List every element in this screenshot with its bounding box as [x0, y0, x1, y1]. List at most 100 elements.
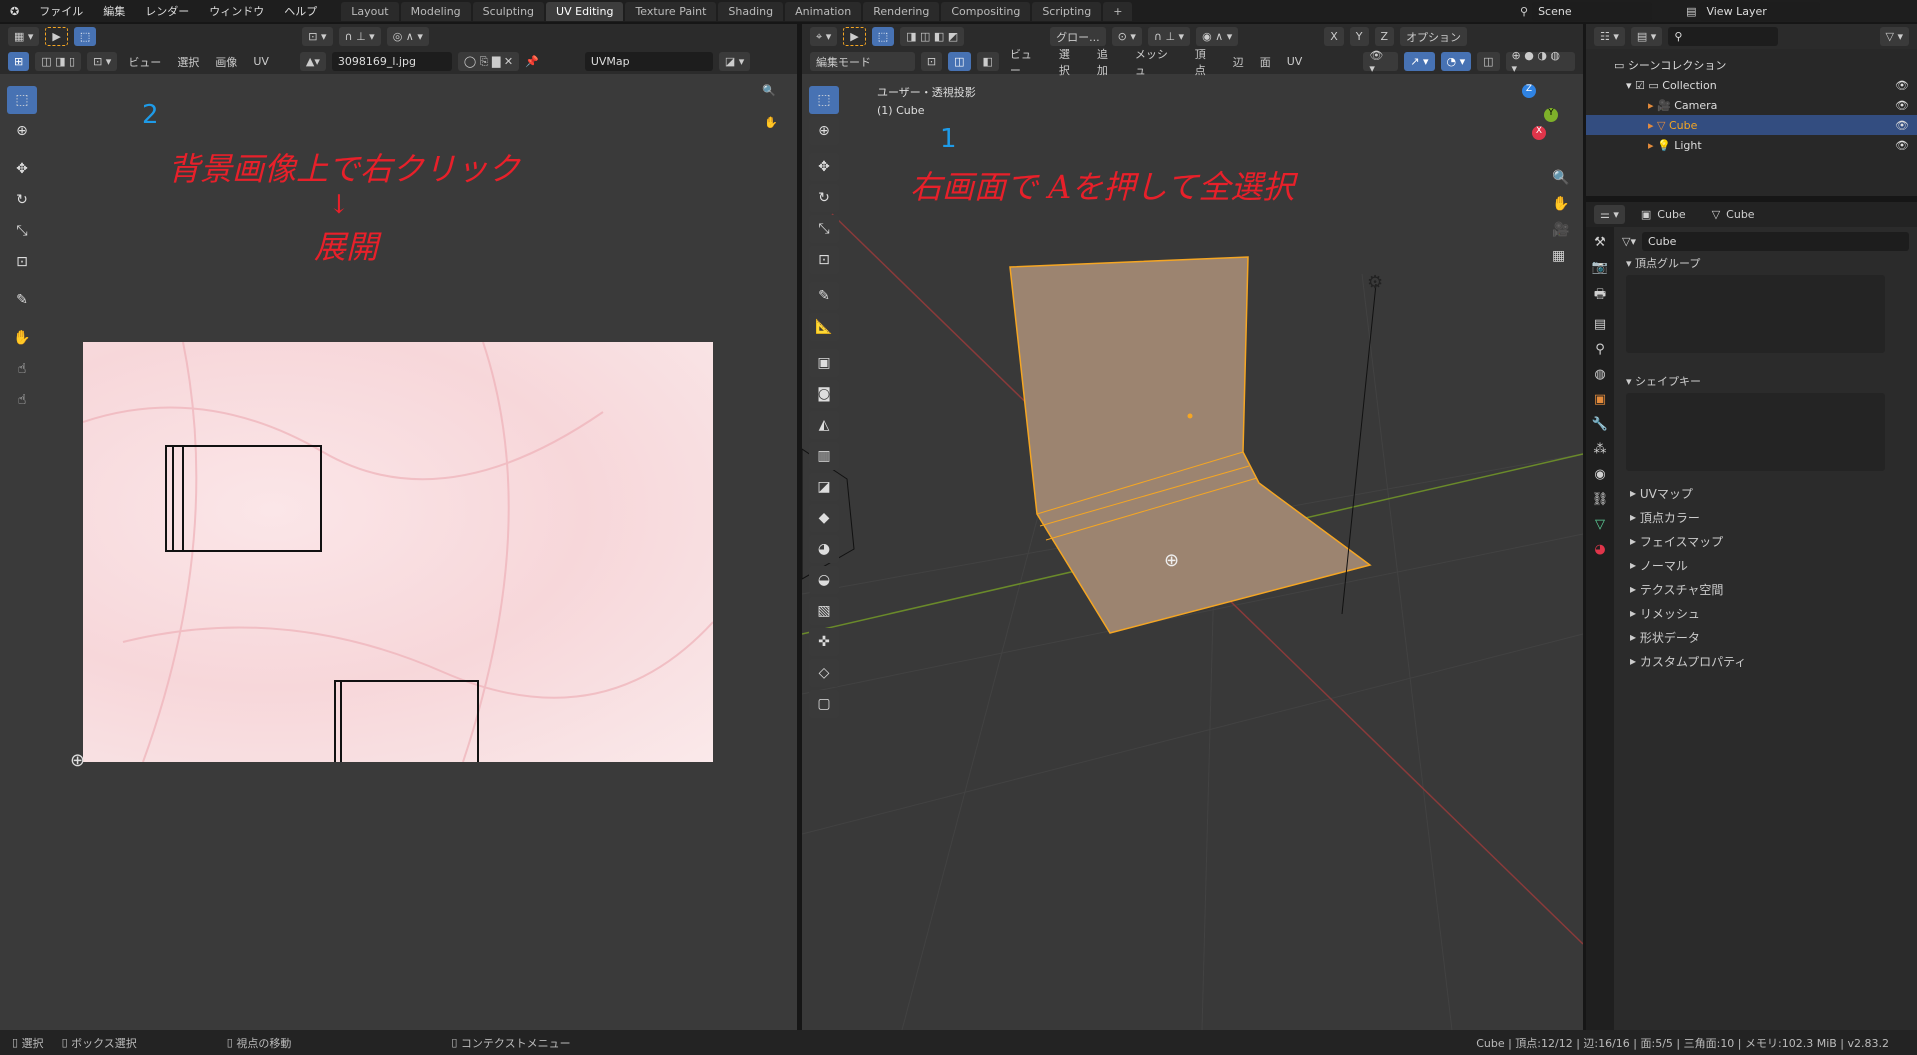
menu-help[interactable]: ヘルプ [274, 3, 327, 19]
panel-face-maps[interactable]: ▸ フェイスマップ [1616, 529, 1915, 553]
panel-vertex-groups[interactable]: ▾ 頂点グループ [1616, 251, 1915, 275]
uv-select-mode[interactable]: ◫ ◨ ▯ [35, 52, 82, 71]
zoom-view-icon[interactable]: 🔍 [762, 84, 776, 97]
overlay-button[interactable]: ◔ ▾ [1440, 52, 1472, 71]
grid-icon[interactable]: ▦ [1552, 248, 1569, 264]
menu-view[interactable]: ビュー [1005, 46, 1048, 78]
scale-tool[interactable]: ⤡ [7, 217, 37, 245]
modifier-tab-icon[interactable]: 🔧 [1592, 417, 1608, 432]
filter-button[interactable]: ▽ ▾ [1879, 27, 1909, 46]
scale-tool[interactable]: ⤡ [809, 215, 839, 243]
blender-logo-icon[interactable]: ✪ [0, 5, 29, 18]
menu-edge[interactable]: 辺 [1228, 54, 1249, 70]
face-select-mode[interactable]: ◧ [976, 52, 999, 71]
panel-uv-maps[interactable]: ▸ UVマップ [1616, 481, 1915, 505]
tab-texture-paint[interactable]: Texture Paint [625, 1, 717, 21]
panel-shape-keys[interactable]: ▾ シェイプキー [1616, 369, 1915, 393]
tab-scripting[interactable]: Scripting [1032, 1, 1102, 21]
view-layer-button[interactable]: ▤ ▾ [1630, 27, 1663, 46]
tab-uv-editing[interactable]: UV Editing [546, 1, 624, 21]
tab-layout[interactable]: Layout [341, 1, 399, 21]
outliner-item-collection[interactable]: ▾ ☑ ▭ Collection 👁 [1586, 75, 1917, 95]
physics-tab-icon[interactable]: ◉ [1594, 467, 1605, 482]
mode-dropdown[interactable]: 編集モード [810, 52, 915, 71]
shrink-fatten-tool[interactable]: ✜ [809, 628, 839, 656]
tool-tab-icon[interactable]: ⚒ [1594, 235, 1606, 250]
panel-normals[interactable]: ▸ ノーマル [1616, 553, 1915, 577]
select-tool-icon[interactable]: ▶ [45, 27, 68, 46]
transform-orientation[interactable]: グロー... [1050, 27, 1106, 46]
relax-tool[interactable]: ☝ [7, 355, 37, 383]
move-tool[interactable]: ✥ [7, 155, 37, 183]
menu-select[interactable]: 選択 [1054, 46, 1086, 78]
view-layer-field[interactable]: View Layer [1700, 1, 1821, 21]
menu-window[interactable]: ウィンドウ [199, 3, 274, 19]
gizmo-button[interactable]: ↗ ▾ [1404, 52, 1435, 71]
shear-tool[interactable]: ◇ [809, 659, 839, 687]
scene-tab-icon[interactable]: ⚲ [1595, 342, 1605, 357]
sticky-select-button[interactable]: ⊡ ▾ [87, 52, 118, 71]
navigation-gizmo[interactable]: Z Y X [1492, 84, 1562, 154]
options-dropdown[interactable]: オプション [1400, 27, 1468, 46]
menu-select[interactable]: 選択 [172, 54, 204, 70]
sync-selection-button[interactable]: ⊞ [8, 52, 30, 71]
extrude-tool[interactable]: ▣ [809, 349, 839, 377]
display-channels-button[interactable]: ◪ ▾ [718, 52, 751, 71]
uv-map-field[interactable]: UVMap [584, 52, 713, 71]
menu-face[interactable]: 面 [1255, 54, 1276, 70]
select-mode-new[interactable]: ⬚ [73, 27, 97, 46]
eye-icon[interactable]: 👁 [1895, 79, 1909, 92]
constraints-tab-icon[interactable]: ⛓ [1592, 492, 1609, 507]
pin-icon[interactable]: 📌 [525, 55, 539, 68]
editor-type-button[interactable]: ⌖ ▾ [810, 27, 838, 46]
material-tab-icon[interactable]: ◕ [1594, 542, 1605, 557]
panel-texture-space[interactable]: ▸ テクスチャ空間 [1616, 577, 1915, 601]
zoom-icon[interactable]: 🔍 [1552, 170, 1569, 186]
display-mode-button[interactable]: ☷ ▾ [1594, 27, 1625, 46]
mirror-x[interactable]: X [1324, 27, 1344, 46]
cursor-tool[interactable]: ⊕ [809, 117, 839, 145]
select-box-tool[interactable]: ⬚ [809, 86, 839, 114]
eye-icon[interactable]: 👁 [1895, 119, 1909, 132]
menu-vertex[interactable]: 頂点 [1190, 46, 1222, 78]
outliner-search[interactable]: ⚲ [1668, 27, 1779, 46]
menu-view[interactable]: ビュー [123, 54, 166, 70]
edge-slide-tool[interactable]: ▧ [809, 597, 839, 625]
menu-uv[interactable]: UV [1282, 55, 1308, 68]
camera-icon[interactable]: 🎥 [1552, 222, 1569, 238]
pan-icon[interactable]: ✋ [1552, 196, 1569, 212]
panel-vertex-colors[interactable]: ▸ 頂点カラー [1616, 505, 1915, 529]
knife-tool[interactable]: ◪ [809, 473, 839, 501]
rip-tool[interactable]: ▢ [809, 690, 839, 718]
particles-tab-icon[interactable]: ⁂ [1594, 442, 1607, 457]
smooth-tool[interactable]: ◒ [809, 566, 839, 594]
menu-add[interactable]: 追加 [1092, 46, 1124, 78]
view-layer-icon[interactable]: ▤ [1686, 5, 1696, 18]
menu-render[interactable]: レンダー [135, 3, 199, 19]
output-tab-icon[interactable]: 🖶 [1594, 285, 1606, 307]
vertex-select-mode[interactable]: ⊡ [920, 52, 943, 71]
transform-tool[interactable]: ⊡ [7, 248, 37, 276]
scene-icon[interactable]: ⚲ [1520, 5, 1528, 18]
vertex-groups-list[interactable] [1626, 275, 1885, 353]
render-tab-icon[interactable]: 📷 [1592, 260, 1608, 275]
transform-tool[interactable]: ⊡ [809, 246, 839, 274]
rotate-tool[interactable]: ↻ [7, 186, 37, 214]
mesh-browse-icon[interactable]: ▽▾ [1622, 235, 1636, 248]
uv-image-canvas[interactable] [83, 342, 713, 762]
visibility-button[interactable]: 👁 ▾ [1363, 49, 1399, 75]
tab-sculpting[interactable]: Sculpting [472, 1, 545, 21]
image-browse-icon[interactable]: ▲▾ [299, 52, 326, 71]
pinch-tool[interactable]: ☝ [7, 386, 37, 414]
tab-modeling[interactable]: Modeling [400, 1, 471, 21]
loop-cut-tool[interactable]: ▥ [809, 442, 839, 470]
bevel-tool[interactable]: ◭ [809, 411, 839, 439]
shape-keys-list[interactable] [1626, 393, 1885, 471]
snap-button[interactable]: ∩ ⊥ ▾ [1147, 27, 1191, 46]
world-tab-icon[interactable]: ◍ [1594, 367, 1605, 382]
select-mode-others[interactable]: ◨ ◫ ◧ ◩ [900, 27, 965, 46]
scene-field[interactable]: Scene [1532, 1, 1653, 21]
menu-uv[interactable]: UV [248, 55, 274, 68]
panel-remesh[interactable]: ▸ リメッシュ [1616, 601, 1915, 625]
poly-build-tool[interactable]: ◆ [809, 504, 839, 532]
